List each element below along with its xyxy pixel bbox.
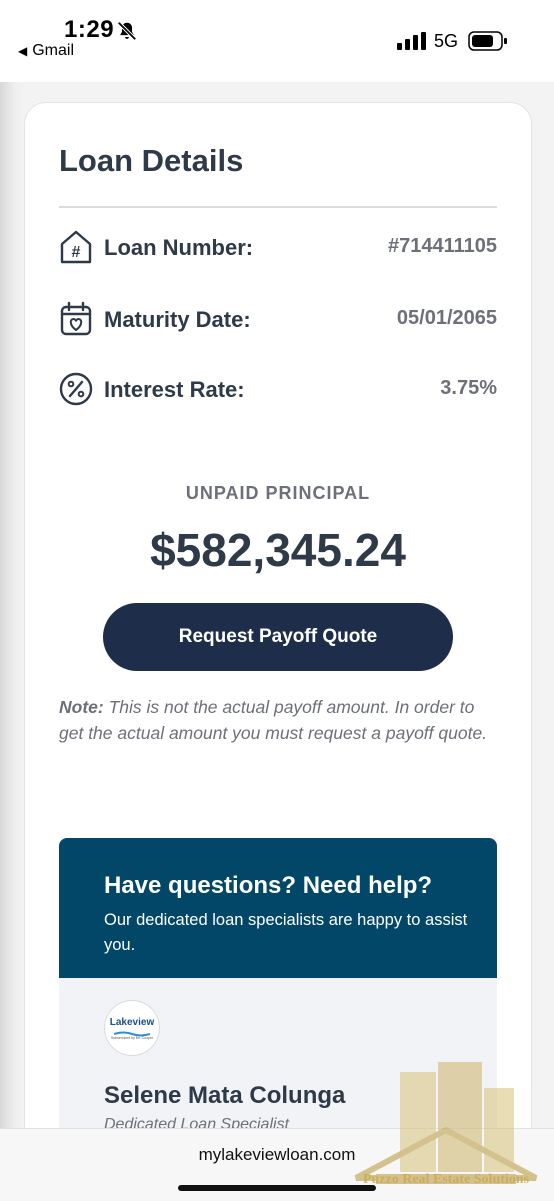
clock-time: 1:29	[64, 16, 115, 43]
back-to-app-link[interactable]: ◀ Gmail	[18, 42, 74, 60]
bell-slash-icon	[117, 21, 137, 41]
percent-icon	[59, 372, 93, 406]
back-triangle-icon: ◀	[18, 44, 28, 58]
note-label: Note:	[59, 697, 104, 717]
battery-icon	[468, 31, 507, 51]
note-text: This is not the actual payoff amount. In…	[59, 697, 488, 743]
calendar-heart-icon	[60, 301, 92, 336]
unpaid-principal-amount: $582,345.24	[150, 524, 406, 576]
loan-number-label: Loan Number:	[104, 235, 254, 260]
maturity-date-label: Maturity Date:	[104, 307, 251, 332]
help-subtitle: Our dedicated loan specialists are happy…	[104, 911, 468, 954]
payoff-note: Note: This is not the actual payoff amou…	[59, 695, 499, 746]
loan-details-card: Loan Details # Loan Number: #714411105 M…	[24, 102, 532, 1178]
unpaid-principal-label: UNPAID PRINCIPAL	[185, 483, 371, 503]
back-app-label: Gmail	[32, 42, 75, 59]
previous-card-edge	[0, 82, 24, 1130]
logo-subtext: Subserviced by Mr. Cooper	[110, 1036, 154, 1040]
maturity-date-value: 05/01/2065	[396, 307, 497, 329]
request-payoff-quote-button[interactable]: Request Payoff Quote	[103, 603, 453, 671]
logo-text: Lakeview	[109, 1017, 155, 1028]
signal-bars-icon	[397, 32, 426, 50]
maturity-date-row: Maturity Date: 05/01/2065	[59, 301, 497, 341]
hash-house-icon: #	[60, 230, 92, 264]
loan-number-value: #714411105	[387, 235, 497, 257]
network-type: 5G	[434, 31, 459, 51]
watermark-text: Puzzo Real Estate Solutions	[362, 1172, 530, 1187]
svg-text:#: #	[72, 244, 81, 261]
status-bar: 1:29 ◀ Gmail 5G	[0, 0, 554, 82]
interest-rate-value: 3.75%	[440, 377, 497, 399]
help-title: Have questions? Need help?	[104, 872, 433, 899]
lakeview-logo: Lakeview Subserviced by Mr. Cooper	[104, 1000, 160, 1056]
loan-number-row: # Loan Number: #714411105	[59, 229, 497, 269]
interest-rate-row: Interest Rate: 3.75%	[59, 371, 497, 411]
title-divider	[59, 206, 497, 208]
card-title: Loan Details	[59, 143, 244, 178]
interest-rate-label: Interest Rate:	[104, 377, 245, 402]
specialist-name: Selene Mata Colunga	[104, 1082, 346, 1109]
help-header: Have questions? Need help? Our dedicated…	[59, 838, 497, 978]
